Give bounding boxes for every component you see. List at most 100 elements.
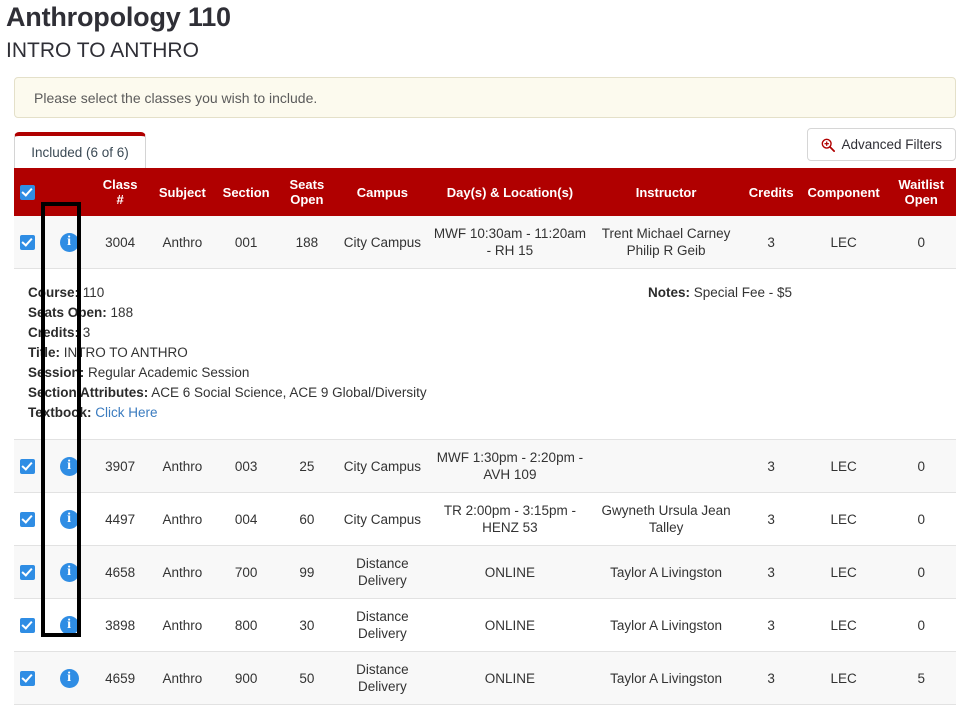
cell-seats-open: 25 bbox=[278, 439, 336, 493]
cell-section: 900 bbox=[214, 651, 279, 705]
zoom-in-magnifier-icon bbox=[821, 138, 836, 152]
cell-credits: 3 bbox=[741, 216, 801, 269]
row-info-cell: i bbox=[48, 439, 90, 493]
cell-day-location: TR 2:00pm - 3:15pm - HENZ 53 bbox=[429, 492, 591, 546]
column-header-seats-open: Seats Open bbox=[289, 177, 325, 207]
table-row[interactable]: i 3898 Anthro 800 30 Distance Delivery O… bbox=[14, 598, 956, 652]
row-info-cell: i bbox=[48, 216, 90, 269]
cell-campus: Distance Delivery bbox=[335, 545, 430, 599]
column-header-subject: Subject bbox=[158, 184, 206, 200]
table-row[interactable]: i 4658 Anthro 700 99 Distance Delivery O… bbox=[14, 545, 956, 599]
info-circle-icon[interactable]: i bbox=[59, 668, 79, 688]
cell-campus: Distance Delivery bbox=[335, 598, 430, 652]
cell-section: 003 bbox=[214, 439, 279, 493]
info-circle-icon[interactable]: i bbox=[59, 509, 79, 529]
instruction-alert-text: Please select the classes you wish to in… bbox=[34, 89, 318, 106]
cell-instructor bbox=[590, 439, 742, 493]
row-detail-cell: Course: 110 Seats Open: 188 Credits: 3 T… bbox=[14, 268, 956, 440]
page-subtitle: INTRO TO ANTHRO bbox=[6, 39, 199, 62]
cell-subject: Anthro bbox=[150, 598, 214, 652]
cell-component: LEC bbox=[800, 216, 887, 269]
cell-seats-open: 30 bbox=[278, 598, 336, 652]
info-circle-icon[interactable]: i bbox=[59, 615, 79, 635]
classes-table-head: Class # Subject Section Seats Open Campu… bbox=[14, 168, 956, 216]
cell-waitlist-open: 0 bbox=[886, 216, 956, 269]
cell-subject: Anthro bbox=[150, 651, 214, 705]
textbook-link[interactable]: Click Here bbox=[95, 405, 157, 420]
cell-component: LEC bbox=[800, 492, 887, 546]
cell-section: 004 bbox=[214, 492, 279, 546]
row-info-cell: i bbox=[48, 651, 90, 705]
cell-instructor: Gwyneth Ursula Jean Talley bbox=[590, 492, 742, 546]
column-header-campus: Campus bbox=[356, 184, 409, 200]
row-checkbox[interactable] bbox=[20, 671, 35, 687]
cell-day-location: MWF 10:30am - 11:20am - RH 15 bbox=[429, 216, 591, 269]
cell-component: LEC bbox=[800, 545, 887, 599]
column-header-section: Section bbox=[222, 184, 270, 200]
cell-campus: City Campus bbox=[335, 439, 430, 493]
cell-day-location: MWF 1:30pm - 2:20pm - AVH 109 bbox=[429, 439, 591, 493]
info-circle-icon[interactable]: i bbox=[59, 562, 79, 582]
cell-class-number: 3898 bbox=[89, 598, 151, 652]
row-checkbox[interactable] bbox=[20, 512, 35, 528]
cell-day-location: ONLINE bbox=[429, 651, 591, 705]
tab-included[interactable]: Included (6 of 6) bbox=[14, 132, 146, 168]
row-detail-panel: Course: 110 Seats Open: 188 Credits: 3 T… bbox=[14, 268, 956, 440]
row-checkbox[interactable] bbox=[20, 565, 35, 581]
cell-instructor: Taylor A Livingston bbox=[590, 545, 742, 599]
row-checkbox[interactable] bbox=[20, 235, 35, 251]
column-header-instructor: Instructor bbox=[635, 184, 697, 200]
detail-seats-open: Seats Open: 188 bbox=[28, 305, 134, 320]
cell-waitlist-open: 0 bbox=[886, 545, 956, 599]
table-header-row: Class # Subject Section Seats Open Campu… bbox=[14, 168, 956, 216]
detail-notes: Notes: Special Fee - $5 bbox=[647, 285, 793, 300]
cell-campus: City Campus bbox=[335, 492, 430, 546]
row-info-cell: i bbox=[48, 598, 90, 652]
select-all-checkbox[interactable] bbox=[20, 185, 35, 201]
cell-credits: 3 bbox=[741, 439, 801, 493]
info-circle-icon[interactable]: i bbox=[59, 232, 79, 252]
row-select-cell bbox=[14, 492, 49, 546]
table-row[interactable]: i 4497 Anthro 004 60 City Campus TR 2:00… bbox=[14, 492, 956, 546]
detail-section-attributes: Section Attributes: ACE 6 Social Science… bbox=[28, 385, 427, 400]
row-info-cell: i bbox=[48, 545, 90, 599]
cell-day-location: ONLINE bbox=[429, 598, 591, 652]
detail-textbook: Textbook: Click Here bbox=[28, 405, 158, 420]
cell-subject: Anthro bbox=[150, 545, 214, 599]
advanced-filters-label: Advanced Filters bbox=[841, 137, 942, 152]
row-checkbox[interactable] bbox=[20, 618, 35, 634]
row-select-cell bbox=[14, 216, 49, 269]
tab-included-label: Included (6 of 6) bbox=[31, 144, 129, 160]
cell-component: LEC bbox=[800, 598, 887, 652]
info-circle-icon[interactable]: i bbox=[59, 456, 79, 476]
row-detail-notes: Notes: Special Fee - $5 bbox=[484, 283, 956, 423]
cell-instructor: Taylor A Livingston bbox=[590, 598, 742, 652]
row-select-cell bbox=[14, 545, 49, 599]
column-header-day-location: Day(s) & Location(s) bbox=[446, 184, 574, 200]
cell-waitlist-open: 0 bbox=[886, 439, 956, 493]
info-column-header bbox=[49, 168, 90, 216]
instruction-alert: Please select the classes you wish to in… bbox=[14, 77, 956, 118]
row-info-cell: i bbox=[48, 492, 90, 546]
class-selection-page: Anthropology 110 INTRO TO ANTHRO Please … bbox=[0, 0, 966, 709]
cell-seats-open: 60 bbox=[278, 492, 336, 546]
cell-class-number: 4497 bbox=[89, 492, 151, 546]
cell-campus: Distance Delivery bbox=[335, 651, 430, 705]
table-row[interactable]: i 3907 Anthro 003 25 City Campus MWF 1:3… bbox=[14, 439, 956, 493]
table-row[interactable]: i 4659 Anthro 900 50 Distance Delivery O… bbox=[14, 651, 956, 705]
cell-component: LEC bbox=[800, 439, 887, 493]
cell-credits: 3 bbox=[741, 545, 801, 599]
detail-course: Course: 110 bbox=[28, 285, 105, 300]
cell-component: LEC bbox=[800, 651, 887, 705]
cell-waitlist-open: 0 bbox=[886, 598, 956, 652]
cell-subject: Anthro bbox=[150, 492, 214, 546]
cell-campus: City Campus bbox=[335, 216, 430, 269]
table-row[interactable]: i 3004 Anthro 001 188 City Campus MWF 10… bbox=[14, 216, 956, 269]
cell-day-location: ONLINE bbox=[429, 545, 591, 599]
advanced-filters-button[interactable]: Advanced Filters bbox=[807, 128, 956, 161]
cell-instructor: Taylor A Livingston bbox=[590, 651, 742, 705]
row-checkbox[interactable] bbox=[20, 459, 35, 475]
cell-credits: 3 bbox=[741, 651, 801, 705]
cell-class-number: 4658 bbox=[89, 545, 151, 599]
footer-actions: ❮ Back ✔ Save & Close bbox=[0, 705, 966, 709]
